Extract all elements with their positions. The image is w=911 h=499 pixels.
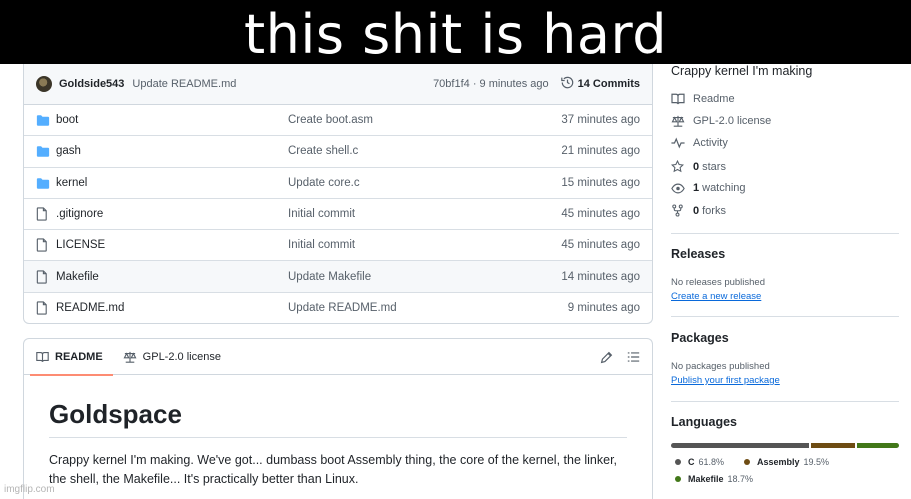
language-name: C — [688, 457, 695, 467]
commit-hash-link[interactable]: 70bf1f4 · 9 minutes ago — [433, 78, 549, 90]
file-icon — [36, 269, 56, 285]
file-commit-link[interactable]: Initial commit — [288, 239, 561, 251]
history-icon — [560, 76, 574, 92]
sidebar-divider — [671, 316, 899, 317]
sidebar-divider — [671, 233, 899, 234]
folder-icon — [36, 112, 56, 128]
book-icon — [36, 351, 49, 363]
file-time: 37 minutes ago — [561, 114, 640, 127]
language-percent: 18.7% — [727, 474, 754, 484]
file-name-link[interactable]: boot — [56, 114, 288, 126]
file-name-link[interactable]: .gitignore — [56, 208, 288, 220]
readme-panel: README GPL-2.0 license Goldspace Crappy … — [23, 338, 653, 499]
file-row[interactable]: LICENSE Initial commit 45 minutes ago — [24, 230, 652, 262]
languages-bar — [671, 443, 899, 448]
file-name-link[interactable]: README.md — [56, 302, 288, 314]
commit-message-link[interactable]: Update README.md — [132, 78, 236, 90]
file-row[interactable]: gash Create shell.c 21 minutes ago — [24, 136, 652, 168]
forks-link[interactable]: 0 forks — [671, 204, 726, 217]
avatar[interactable] — [36, 76, 52, 92]
language-bar-segment — [671, 443, 810, 448]
readme-body: Crappy kernel I'm making. We've got... d… — [49, 453, 618, 486]
language-bar-segment — [857, 443, 899, 448]
language-name: Assembly — [757, 457, 800, 467]
file-commit-link[interactable]: Create shell.c — [288, 145, 561, 157]
file-time: 21 minutes ago — [561, 145, 640, 158]
tab-readme-label: README — [55, 350, 103, 363]
file-name-link[interactable]: kernel — [56, 177, 288, 189]
meme-caption: this shit is hard — [243, 3, 668, 66]
sidebar-divider — [671, 401, 899, 402]
file-icon — [36, 206, 56, 222]
book-icon — [671, 93, 687, 105]
file-name-link[interactable]: Makefile — [56, 271, 288, 283]
language-item[interactable]: Assembly 19.5% — [744, 457, 829, 467]
file-name-link[interactable]: LICENSE — [56, 239, 288, 251]
file-row[interactable]: Makefile Update Makefile 14 minutes ago — [24, 261, 652, 293]
outline-list-icon[interactable] — [627, 351, 640, 363]
watermark: imgflip.com — [4, 484, 55, 495]
file-time: 45 minutes ago — [561, 239, 640, 252]
license-link[interactable]: GPL-2.0 license — [671, 115, 771, 127]
folder-icon — [36, 175, 56, 191]
file-row[interactable]: kernel Update core.c 15 minutes ago — [24, 168, 652, 199]
file-row[interactable]: README.md Update README.md 9 minutes ago — [24, 293, 652, 323]
language-percent: 19.5% — [803, 457, 830, 467]
releases-heading[interactable]: Releases — [671, 247, 725, 261]
fork-icon — [671, 204, 687, 217]
language-color-dot — [675, 459, 681, 465]
file-icon — [36, 300, 56, 316]
pencil-icon[interactable] — [600, 351, 613, 364]
readme-link[interactable]: Readme — [671, 93, 735, 105]
about-description: Crappy kernel I'm making — [671, 64, 813, 78]
file-time: 14 minutes ago — [561, 270, 640, 283]
language-item[interactable]: Makefile 18.7% — [675, 474, 753, 484]
watchers-link[interactable]: 1 watching — [671, 182, 746, 194]
file-commit-link[interactable]: Create boot.asm — [288, 114, 561, 126]
commits-count-label: 14 Commits — [577, 78, 640, 90]
file-row[interactable]: .gitignore Initial commit 45 minutes ago — [24, 199, 652, 231]
language-name: Makefile — [688, 474, 724, 484]
file-browser: Goldside543 Update README.md 70bf1f4 · 9… — [23, 64, 653, 324]
languages-heading: Languages — [671, 415, 737, 429]
star-icon — [671, 160, 687, 173]
activity-link[interactable]: Activity — [671, 137, 728, 149]
language-item[interactable]: C 61.8% — [675, 457, 724, 467]
file-commit-link[interactable]: Update README.md — [288, 302, 568, 314]
file-icon — [36, 237, 56, 253]
create-release-link[interactable]: Create a new release — [671, 291, 761, 302]
file-time: 15 minutes ago — [561, 176, 640, 189]
folder-icon — [36, 143, 56, 159]
file-time: 45 minutes ago — [561, 208, 640, 221]
readme-heading: Goldspace — [49, 399, 182, 429]
language-bar-segment — [811, 443, 856, 448]
language-color-dot — [675, 476, 681, 482]
file-row[interactable]: boot Create boot.asm 37 minutes ago — [24, 105, 652, 137]
file-commit-link[interactable]: Update core.c — [288, 177, 561, 189]
file-commit-link[interactable]: Initial commit — [288, 208, 561, 220]
file-list: boot Create boot.asm 37 minutes ago gash Cre… — [24, 105, 652, 323]
packages-empty-note: No packages published — [671, 361, 770, 372]
tab-readme[interactable]: README — [30, 339, 113, 376]
packages-heading[interactable]: Packages — [671, 331, 729, 345]
file-time: 9 minutes ago — [567, 302, 640, 315]
readme-divider — [49, 437, 627, 438]
file-name-link[interactable]: gash — [56, 145, 288, 157]
pulse-icon — [671, 137, 687, 149]
latest-commit-bar: Goldside543 Update README.md 70bf1f4 · 9… — [24, 64, 652, 105]
language-color-dot — [744, 459, 750, 465]
stars-link[interactable]: 0 stars — [671, 160, 726, 173]
releases-empty-note: No releases published — [671, 277, 766, 288]
commits-history-button[interactable]: 14 Commits — [560, 76, 640, 92]
tab-license[interactable]: GPL-2.0 license — [119, 339, 225, 375]
eye-icon — [671, 183, 687, 194]
commit-author-link[interactable]: Goldside543 — [59, 78, 124, 90]
scale-icon — [671, 115, 687, 127]
scale-icon — [123, 351, 137, 363]
publish-package-link[interactable]: Publish your first package — [671, 375, 780, 386]
file-commit-link[interactable]: Update Makefile — [288, 271, 561, 283]
language-percent: 61.8% — [698, 457, 725, 467]
tab-license-label: GPL-2.0 license — [142, 350, 221, 363]
readme-tabbar: README GPL-2.0 license — [24, 339, 652, 376]
